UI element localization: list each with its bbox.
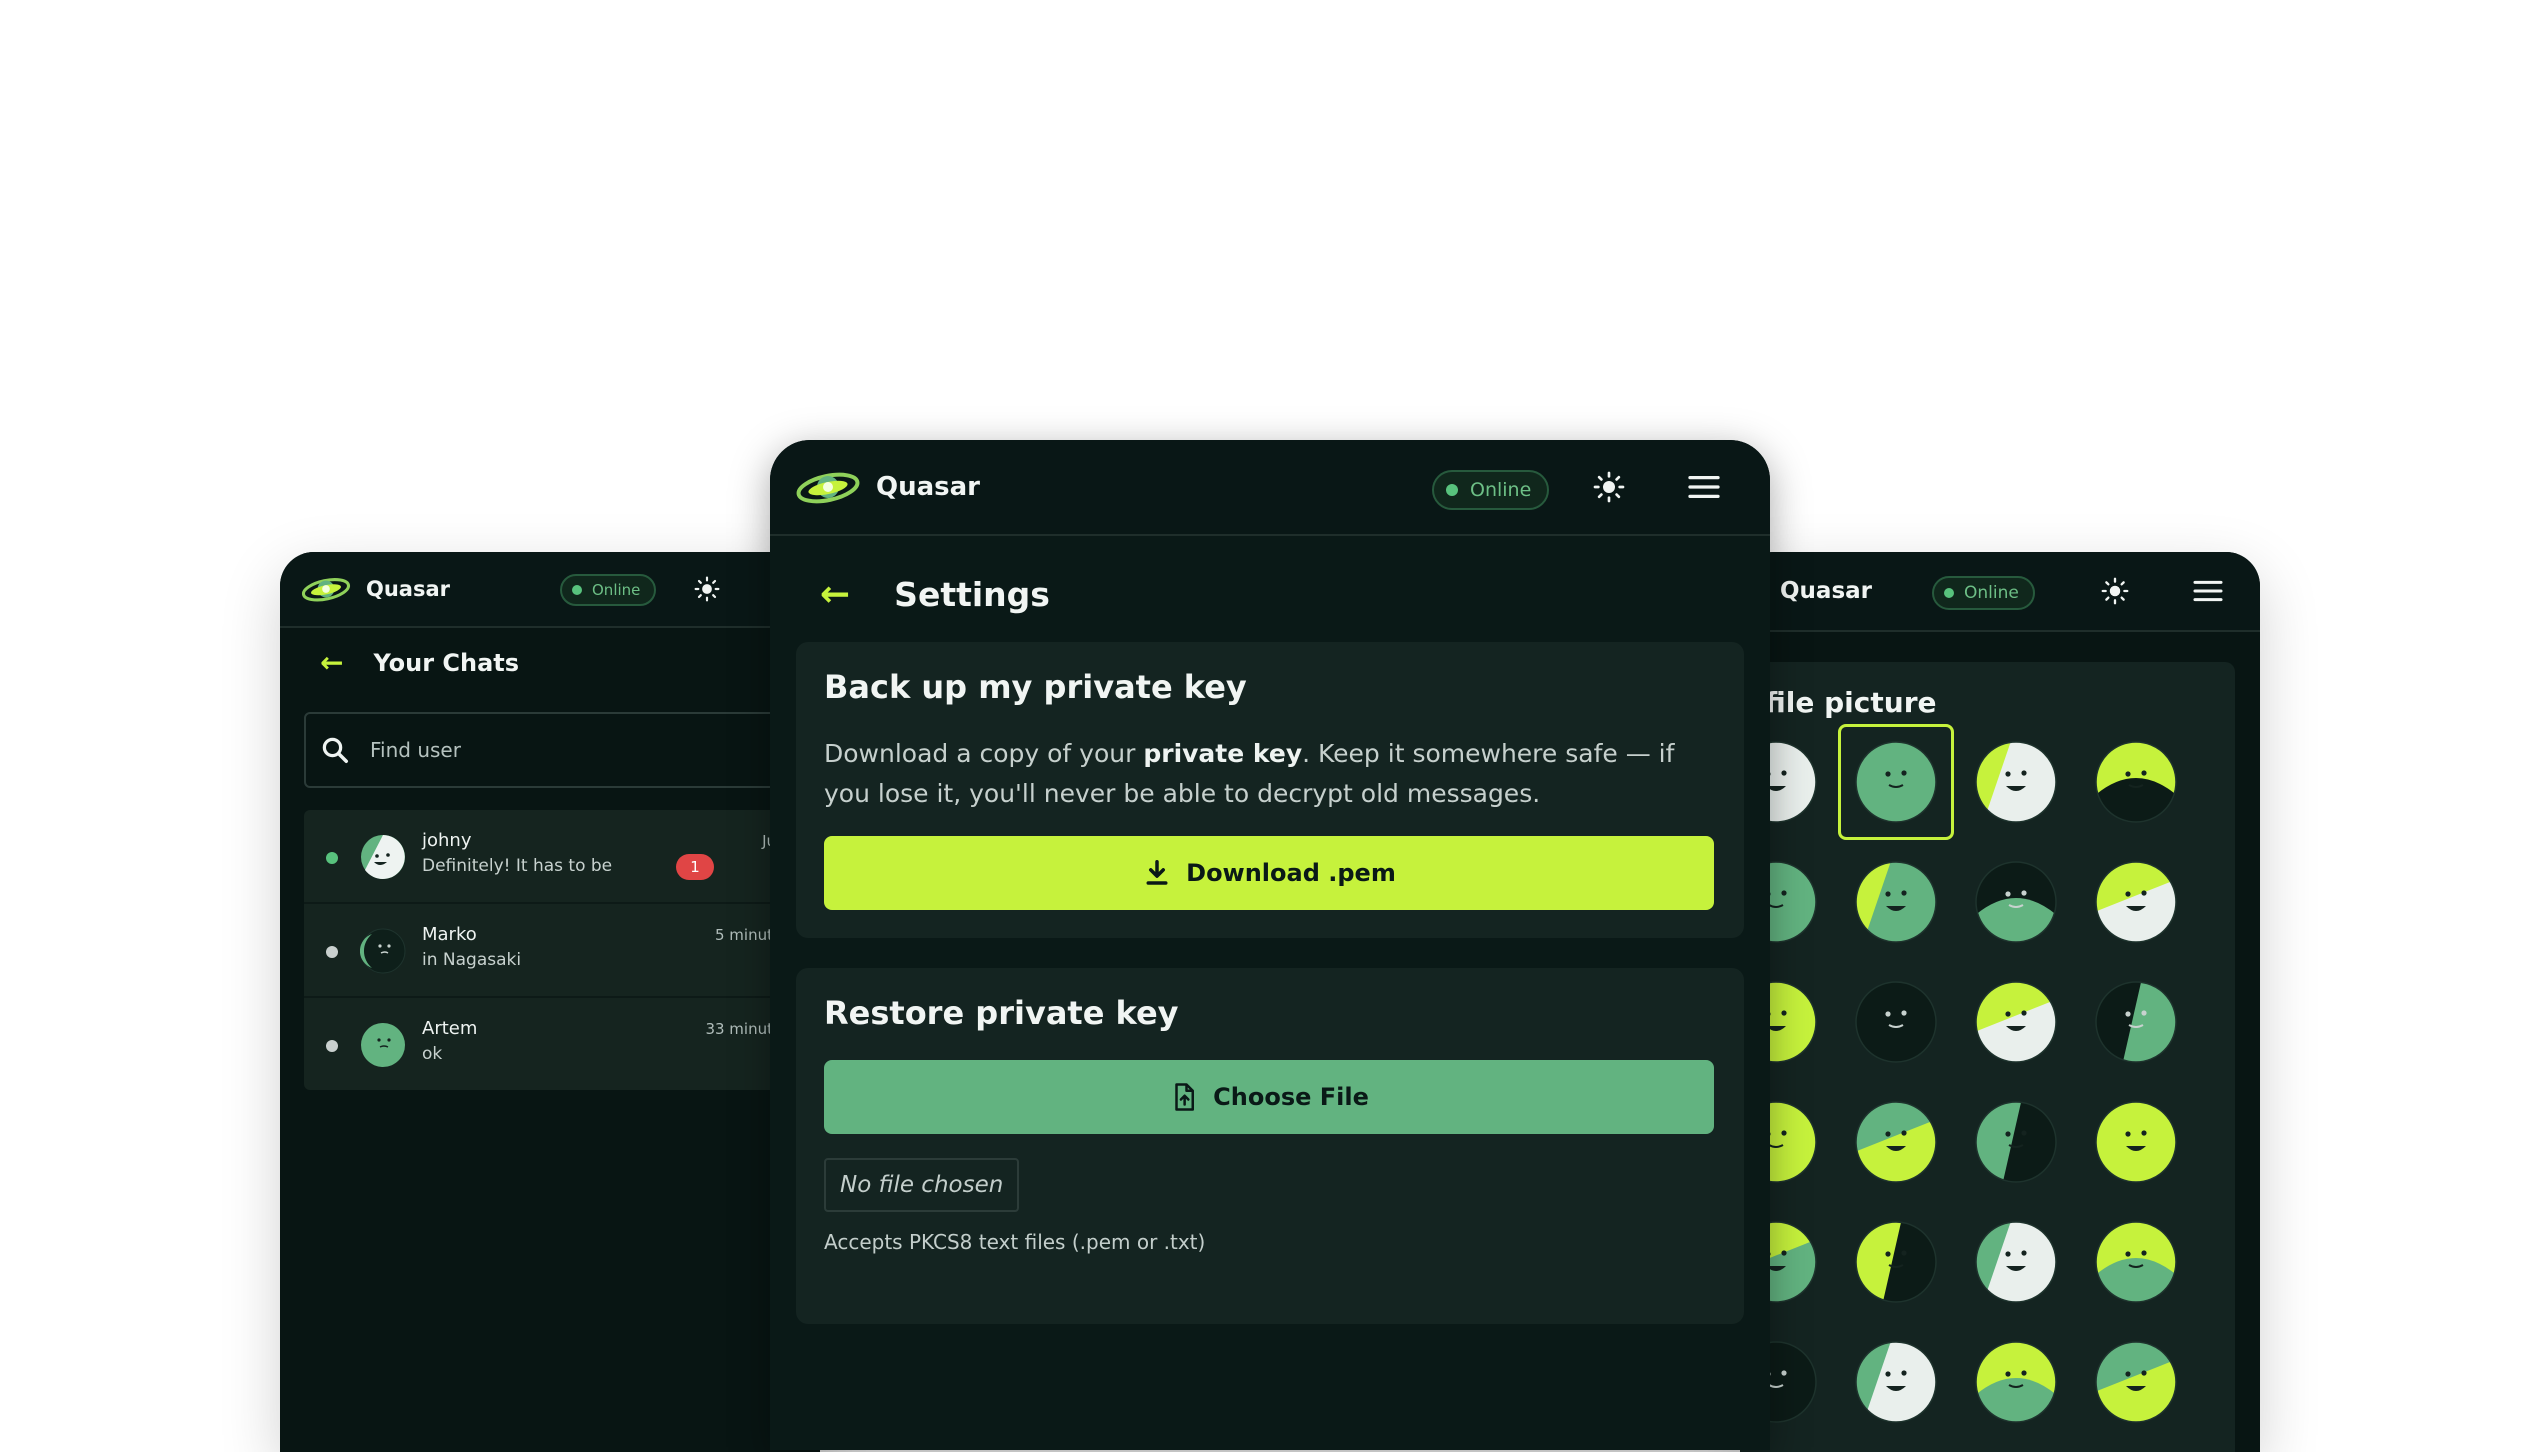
avatar-option[interactable] xyxy=(1972,1218,2060,1306)
offline-dot-icon xyxy=(326,1040,338,1052)
online-dot-icon xyxy=(1446,484,1458,496)
download-pem-button[interactable]: Download .pem xyxy=(824,836,1714,910)
offline-dot-icon xyxy=(326,946,338,958)
search-placeholder: Find user xyxy=(370,738,461,762)
avatar-option[interactable] xyxy=(1972,1338,2060,1426)
chats-screen: Quasar Online ← Your Chats Find user joh… xyxy=(280,552,820,1452)
online-dot-icon xyxy=(326,852,338,864)
settings-screen: Quasar Online ← Settings Back up my priv… xyxy=(770,440,1770,1450)
unread-badge: 1 xyxy=(676,854,714,880)
download-icon xyxy=(1146,860,1168,885)
avatar xyxy=(360,928,406,974)
chat-name: johny xyxy=(422,830,472,851)
theme-toggle-button[interactable] xyxy=(1586,464,1632,510)
file-status-field: No file chosen xyxy=(824,1158,1020,1212)
avatar-option[interactable] xyxy=(2092,738,2180,826)
theme-toggle-button[interactable] xyxy=(688,570,726,608)
avatar-option[interactable] xyxy=(1852,858,1940,946)
avatar-option[interactable] xyxy=(1972,858,2060,946)
online-status-badge: Online xyxy=(1932,576,2035,610)
button-label: Choose File xyxy=(1213,1083,1369,1111)
card-title: Restore private key xyxy=(824,994,1179,1032)
description-text: Download a copy of your xyxy=(824,739,1144,768)
chats-header: ← Your Chats xyxy=(320,646,519,679)
hamburger-menu-icon xyxy=(1688,476,1720,498)
quasar-logo-icon xyxy=(301,578,351,602)
page-title: Settings xyxy=(894,575,1050,614)
avatar-option[interactable] xyxy=(2092,1338,2180,1426)
avatar-option[interactable] xyxy=(1852,1338,1940,1426)
settings-header: ← Settings xyxy=(820,574,1050,615)
brand-name: Quasar xyxy=(366,577,450,601)
file-hint: Accepts PKCS8 text files (.pem or .txt) xyxy=(824,1230,1206,1254)
profile-picture-card: rofile picture xyxy=(1740,662,2235,1452)
profile-screen: Quasar Online rofile picture xyxy=(1740,552,2260,1452)
chat-row-artem[interactable]: Artem ok 33 minutes a xyxy=(304,998,820,1090)
avatar-option[interactable] xyxy=(1852,1098,1940,1186)
sun-icon xyxy=(2101,577,2129,605)
avatar-option[interactable] xyxy=(2092,858,2180,946)
top-bar: Quasar Online xyxy=(770,440,1770,536)
page-title: Your Chats xyxy=(373,648,520,677)
choose-file-button[interactable]: Choose File xyxy=(824,1060,1714,1134)
online-dot-icon xyxy=(1944,588,1954,598)
chat-preview: in Nagasaki xyxy=(422,950,522,970)
online-dot-icon xyxy=(572,585,582,595)
chat-preview: Definitely! It has to be xyxy=(422,856,613,876)
description-bold-text: private key xyxy=(1143,739,1303,768)
avatar-option[interactable] xyxy=(1852,978,1940,1066)
search-input[interactable]: Find user xyxy=(304,712,820,788)
online-status-label: Online xyxy=(1470,479,1532,501)
back-arrow-icon[interactable]: ← xyxy=(820,574,850,615)
search-icon xyxy=(322,737,348,763)
online-status-badge: Online xyxy=(560,574,657,606)
avatar xyxy=(361,835,405,879)
avatar xyxy=(361,1023,405,1067)
top-bar: Quasar Online xyxy=(280,552,820,628)
selected-avatar-frame xyxy=(1838,724,1954,840)
top-bar: Quasar Online xyxy=(1740,552,2260,632)
back-arrow-icon[interactable]: ← xyxy=(320,646,343,679)
online-status-label: Online xyxy=(592,581,641,599)
sun-icon xyxy=(1593,471,1625,503)
chat-name: Marko xyxy=(422,924,477,945)
backup-key-card: Back up my private key Download a copy o… xyxy=(796,642,1744,938)
brand-name: Quasar xyxy=(1780,578,1872,604)
chat-preview: ok xyxy=(422,1044,443,1064)
restore-key-card: Restore private key Choose File No file … xyxy=(796,968,1744,1324)
avatar-option[interactable] xyxy=(2092,1218,2180,1306)
chat-row-johny[interactable]: johny Definitely! It has to be Just n 1 xyxy=(304,810,820,904)
menu-button[interactable] xyxy=(1682,466,1726,508)
quasar-logo-icon xyxy=(796,472,860,504)
avatar-option[interactable] xyxy=(1972,1098,2060,1186)
menu-button[interactable] xyxy=(2190,574,2226,608)
theme-toggle-button[interactable] xyxy=(2096,572,2134,610)
button-label: Download .pem xyxy=(1186,859,1396,887)
file-upload-icon xyxy=(1175,1083,1195,1111)
hamburger-menu-icon xyxy=(2193,580,2223,602)
avatar-option[interactable] xyxy=(1972,978,2060,1066)
card-description: Download a copy of your private key. Kee… xyxy=(824,734,1714,814)
avatar-option[interactable] xyxy=(2092,1098,2180,1186)
avatar-option[interactable] xyxy=(1852,1218,1940,1306)
avatar-option[interactable] xyxy=(1972,738,2060,826)
chat-name: Artem xyxy=(422,1018,478,1039)
chat-list: johny Definitely! It has to be Just n 1 … xyxy=(304,810,820,1090)
online-status-badge: Online xyxy=(1432,470,1550,510)
card-title: Back up my private key xyxy=(824,668,1247,706)
chat-row-marko[interactable]: Marko in Nagasaki 5 minutes a xyxy=(304,904,820,998)
sun-icon xyxy=(694,576,720,602)
avatar-option[interactable] xyxy=(2092,978,2180,1066)
brand-name: Quasar xyxy=(876,472,980,502)
online-status-label: Online xyxy=(1964,583,2019,603)
